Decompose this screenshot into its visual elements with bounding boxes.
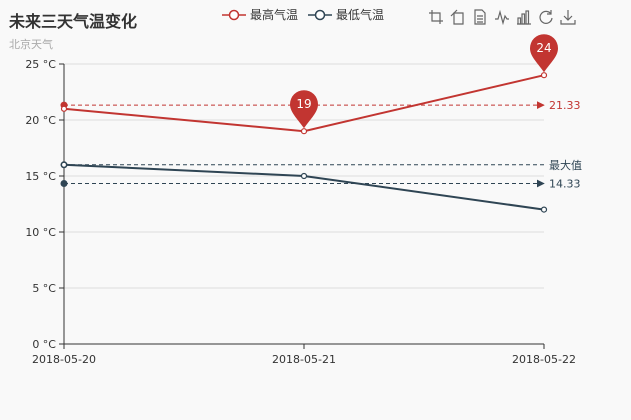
y-tick-label: 10 °C bbox=[25, 226, 56, 239]
series-line-low bbox=[63, 163, 545, 211]
data-point[interactable] bbox=[60, 105, 68, 112]
x-tick-label: 2018-05-22 bbox=[512, 353, 576, 366]
markline-low-max-label: 最大值 bbox=[549, 158, 582, 172]
y-tick-label: 20 °C bbox=[25, 114, 56, 127]
x-tick-label: 2018-05-21 bbox=[272, 353, 336, 366]
markline-low-average-label: 14.33 bbox=[549, 178, 581, 191]
data-point[interactable] bbox=[300, 128, 308, 135]
data-point[interactable] bbox=[540, 72, 548, 79]
chart-root: 未来三天气温变化 北京天气 最高气温 最低气温 0 °C 5 °C 10 °C … bbox=[0, 0, 631, 420]
data-point[interactable] bbox=[300, 172, 308, 180]
y-tick-label: 25 °C bbox=[25, 58, 56, 71]
markpoint-label: 19 bbox=[296, 97, 311, 111]
x-tick-label: 2018-05-20 bbox=[32, 353, 96, 366]
markpoint-label: 24 bbox=[536, 41, 551, 55]
data-point[interactable] bbox=[540, 206, 548, 213]
y-tick-label: 5 °C bbox=[32, 282, 56, 295]
data-point[interactable] bbox=[60, 161, 68, 168]
line-chart: 0 °C 5 °C 10 °C 15 °C 20 °C 25 °C 2018-05-20 20… bbox=[25, 34, 582, 366]
y-tick-label: 0 °C bbox=[32, 338, 56, 351]
y-tick-label: 15 °C bbox=[25, 170, 56, 183]
markline-high-average-label: 21.33 bbox=[549, 99, 581, 112]
